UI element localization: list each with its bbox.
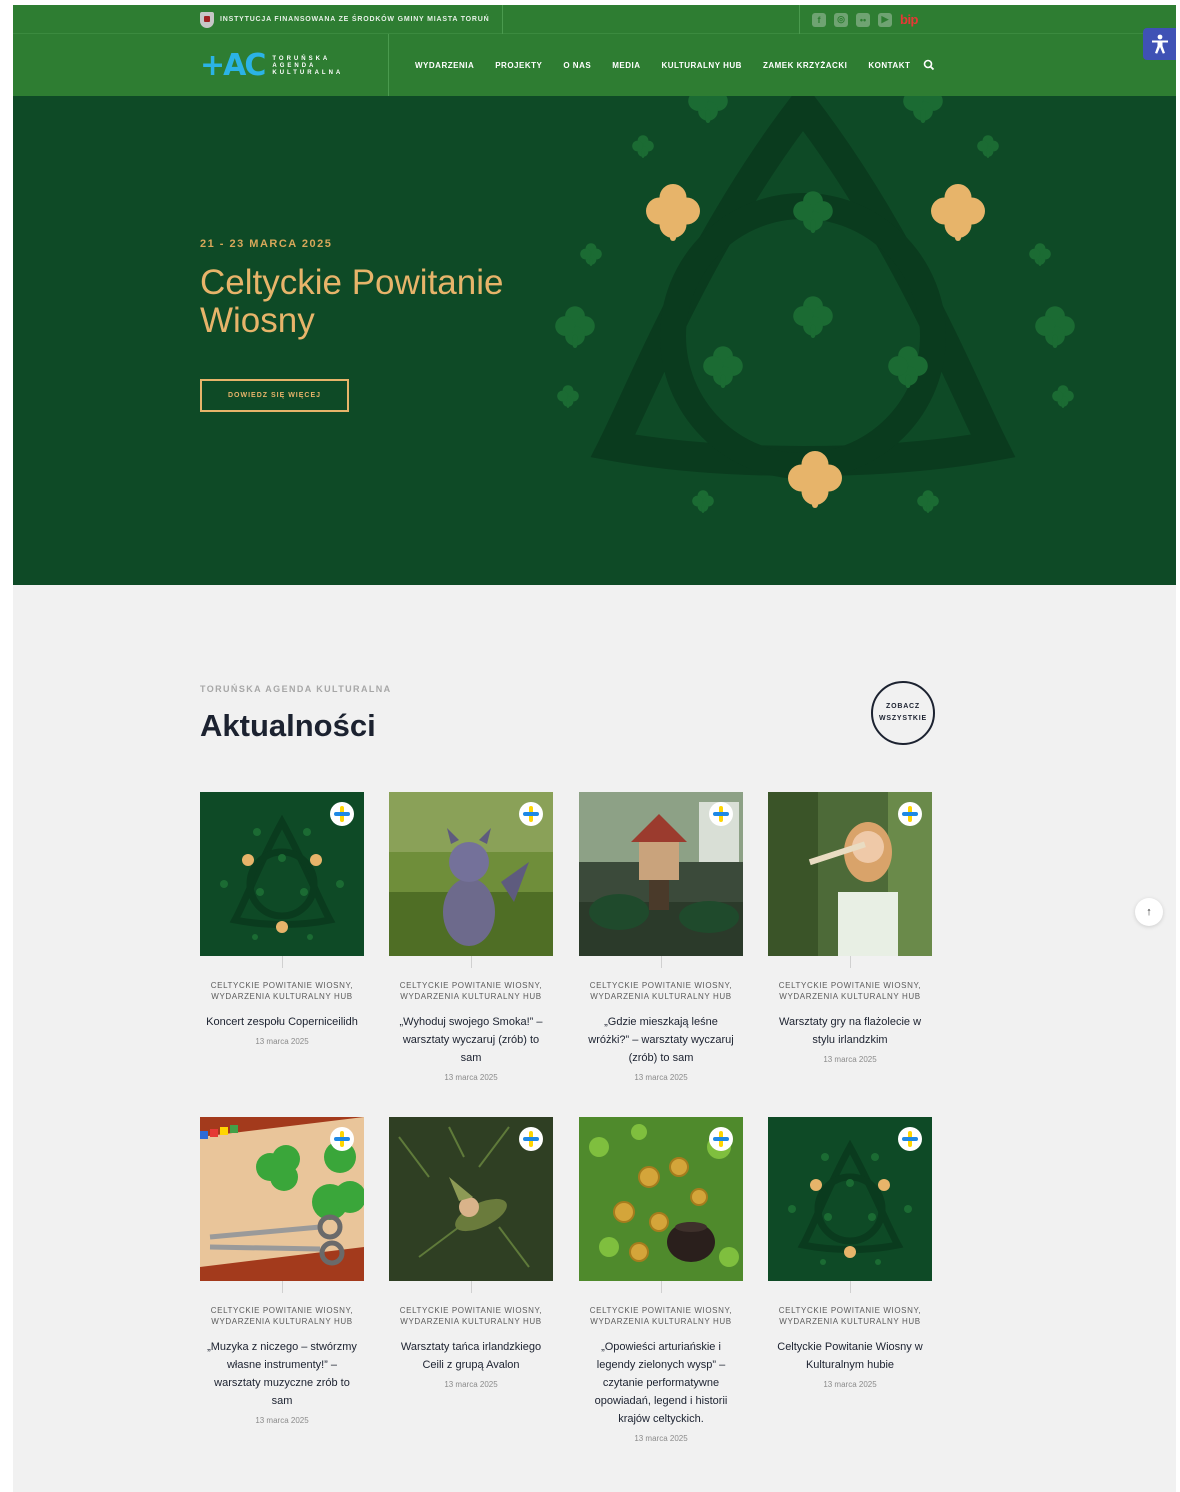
card-divider <box>470 956 472 968</box>
news-thumbnail[interactable] <box>768 792 932 956</box>
logo-line: AGENDA <box>272 62 317 69</box>
nav-item-media[interactable]: MEDIA <box>612 61 640 70</box>
news-kicker: TORUŃSKA AGENDA KULTURALNA <box>200 684 392 694</box>
logo-words: TORUŃSKA AGENDA KULTURALNA <box>272 56 343 76</box>
news-title: Aktualności <box>200 708 376 743</box>
accessibility-icon <box>1151 34 1168 54</box>
ukraine-support-badge-icon <box>330 1127 354 1151</box>
logo-mark: +AC <box>200 48 266 83</box>
hero-date: 21 - 23 MARCA 2025 <box>200 238 333 250</box>
nav-item-zamek-krzyzacki[interactable]: ZAMEK KRZYŻACKI <box>763 61 847 70</box>
instagram-icon[interactable]: ◎ <box>834 12 848 27</box>
card-categories[interactable]: CELTYCKIE POWITANIE WIOSNY, WYDARZENIA K… <box>768 980 932 1002</box>
news-card[interactable]: CELTYCKIE POWITANIE WIOSNY, WYDARZENIA K… <box>768 792 932 1064</box>
ukraine-support-badge-icon <box>709 1127 733 1151</box>
card-date: 13 marca 2025 <box>634 1073 688 1082</box>
scroll-to-top-button[interactable]: ↑ <box>1135 898 1163 926</box>
card-categories[interactable]: CELTYCKIE POWITANIE WIOSNY, WYDARZENIA K… <box>579 1305 743 1327</box>
card-date: 13 marca 2025 <box>444 1073 498 1082</box>
torun-crest-icon <box>200 11 214 28</box>
logo[interactable]: +AC TORUŃSKA AGENDA KULTURALNA <box>200 48 343 83</box>
card-divider <box>849 956 851 968</box>
card-categories[interactable]: CELTYCKIE POWITANIE WIOSNY, WYDARZENIA K… <box>200 980 364 1002</box>
nav-item-o-nas[interactable]: O NAS <box>563 61 591 70</box>
funding-text: INSTYTUCJA FINANSOWANA ZE ŚRODKÓW GMINY … <box>220 16 490 23</box>
nav-item-projekty[interactable]: PROJEKTY <box>495 61 542 70</box>
card-date: 13 marca 2025 <box>444 1380 498 1389</box>
hero-title: Celtyckie Powitanie Wiosny <box>200 263 504 340</box>
news-thumbnail[interactable] <box>200 792 364 956</box>
social-links: f ◎ •• ▶ bip <box>799 5 919 34</box>
logo-line: KULTURALNA <box>272 69 344 76</box>
card-date: 13 marca 2025 <box>823 1055 877 1064</box>
news-card[interactable]: CELTYCKIE POWITANIE WIOSNY, WYDARZENIA K… <box>200 792 364 1046</box>
card-title[interactable]: Warsztaty gry na flażolecie w stylu irla… <box>768 1013 932 1049</box>
card-categories[interactable]: CELTYCKIE POWITANIE WIOSNY, WYDARZENIA K… <box>389 980 553 1002</box>
card-title[interactable]: Warsztaty tańca irlandzkiego Ceili z gru… <box>389 1338 553 1374</box>
card-divider <box>470 1281 472 1293</box>
hero-banner: 21 - 23 MARCA 2025 Celtyckie Powitanie W… <box>13 96 1176 585</box>
ukraine-support-badge-icon <box>709 802 733 826</box>
ukraine-support-badge-icon <box>519 1127 543 1151</box>
news-thumbnail[interactable] <box>389 1117 553 1281</box>
card-title[interactable]: „Gdzie mieszkają leśne wróżki?” – warszt… <box>579 1013 743 1067</box>
main-nav: +AC TORUŃSKA AGENDA KULTURALNA WYDARZENI… <box>13 34 1176 96</box>
ukraine-support-badge-icon <box>898 802 922 826</box>
card-title[interactable]: „Muzyka z niczego – stwórzmy własne inst… <box>200 1338 364 1410</box>
card-categories[interactable]: CELTYCKIE POWITANIE WIOSNY, WYDARZENIA K… <box>579 980 743 1002</box>
learn-more-button[interactable]: DOWIEDZ SIĘ WIĘCEJ <box>200 379 349 412</box>
news-card[interactable]: CELTYCKIE POWITANIE WIOSNY, WYDARZENIA K… <box>389 792 553 1082</box>
nav-menu: WYDARZENIA PROJEKTY O NAS MEDIA KULTURAL… <box>415 34 910 96</box>
card-date: 13 marca 2025 <box>634 1434 688 1443</box>
news-card[interactable]: CELTYCKIE POWITANIE WIOSNY, WYDARZENIA K… <box>200 1117 364 1425</box>
funding-info: INSTYTUCJA FINANSOWANA ZE ŚRODKÓW GMINY … <box>200 5 503 34</box>
nav-item-wydarzenia[interactable]: WYDARZENIA <box>415 61 474 70</box>
news-card[interactable]: CELTYCKIE POWITANIE WIOSNY, WYDARZENIA K… <box>389 1117 553 1389</box>
nav-divider <box>388 34 389 96</box>
ukraine-support-badge-icon <box>330 802 354 826</box>
card-divider <box>660 1281 662 1293</box>
nav-item-kontakt[interactable]: KONTAKT <box>868 61 910 70</box>
nav-item-kulturalny-hub[interactable]: KULTURALNY HUB <box>661 61 741 70</box>
see-all-label: ZOBACZ WSZYSTKIE <box>878 703 928 722</box>
card-date: 13 marca 2025 <box>255 1037 309 1046</box>
card-categories[interactable]: CELTYCKIE POWITANIE WIOSNY, WYDARZENIA K… <box>768 1305 932 1327</box>
card-divider <box>849 1281 851 1293</box>
news-thumbnail[interactable] <box>200 1117 364 1281</box>
card-divider <box>281 1281 283 1293</box>
facebook-icon[interactable]: f <box>812 12 826 27</box>
card-date: 13 marca 2025 <box>255 1416 309 1425</box>
arrow-up-icon: ↑ <box>1146 906 1152 918</box>
card-categories[interactable]: CELTYCKIE POWITANIE WIOSNY, WYDARZENIA K… <box>200 1305 364 1327</box>
card-date: 13 marca 2025 <box>823 1380 877 1389</box>
card-title[interactable]: „Wyhoduj swojego Smoka!” – warsztaty wyc… <box>389 1013 553 1067</box>
news-card[interactable]: CELTYCKIE POWITANIE WIOSNY, WYDARZENIA K… <box>579 1117 743 1443</box>
news-card[interactable]: CELTYCKIE POWITANIE WIOSNY, WYDARZENIA K… <box>579 792 743 1082</box>
top-bar: INSTYTUCJA FINANSOWANA ZE ŚRODKÓW GMINY … <box>13 5 1176 34</box>
ukraine-support-badge-icon <box>898 1127 922 1151</box>
news-thumbnail[interactable] <box>579 1117 743 1281</box>
accessibility-button[interactable] <box>1143 28 1176 60</box>
card-title[interactable]: Koncert zespołu Coperniceilidh <box>200 1013 364 1031</box>
news-thumbnail[interactable] <box>389 792 553 956</box>
card-divider <box>660 956 662 968</box>
card-title[interactable]: „Opowieści arturiańskie i legendy zielon… <box>579 1338 743 1428</box>
news-thumbnail[interactable] <box>579 792 743 956</box>
card-divider <box>281 956 283 968</box>
card-title[interactable]: Celtyckie Powitanie Wiosny w Kulturalnym… <box>768 1338 932 1374</box>
see-all-button[interactable]: ZOBACZ WSZYSTKIE <box>871 681 935 745</box>
card-categories[interactable]: CELTYCKIE POWITANIE WIOSNY, WYDARZENIA K… <box>389 1305 553 1327</box>
youtube-icon[interactable]: ▶ <box>878 12 892 27</box>
flickr-icon[interactable]: •• <box>856 12 870 27</box>
celtic-knot-illustration <box>555 96 1075 513</box>
logo-line: TORUŃSKA <box>272 55 331 62</box>
news-thumbnail[interactable] <box>768 1117 932 1281</box>
bip-link[interactable]: bip <box>900 12 919 27</box>
search-icon[interactable] <box>923 59 935 71</box>
page: INSTYTUCJA FINANSOWANA ZE ŚRODKÓW GMINY … <box>13 5 1176 1492</box>
news-card[interactable]: CELTYCKIE POWITANIE WIOSNY, WYDARZENIA K… <box>768 1117 932 1389</box>
ukraine-support-badge-icon <box>519 802 543 826</box>
